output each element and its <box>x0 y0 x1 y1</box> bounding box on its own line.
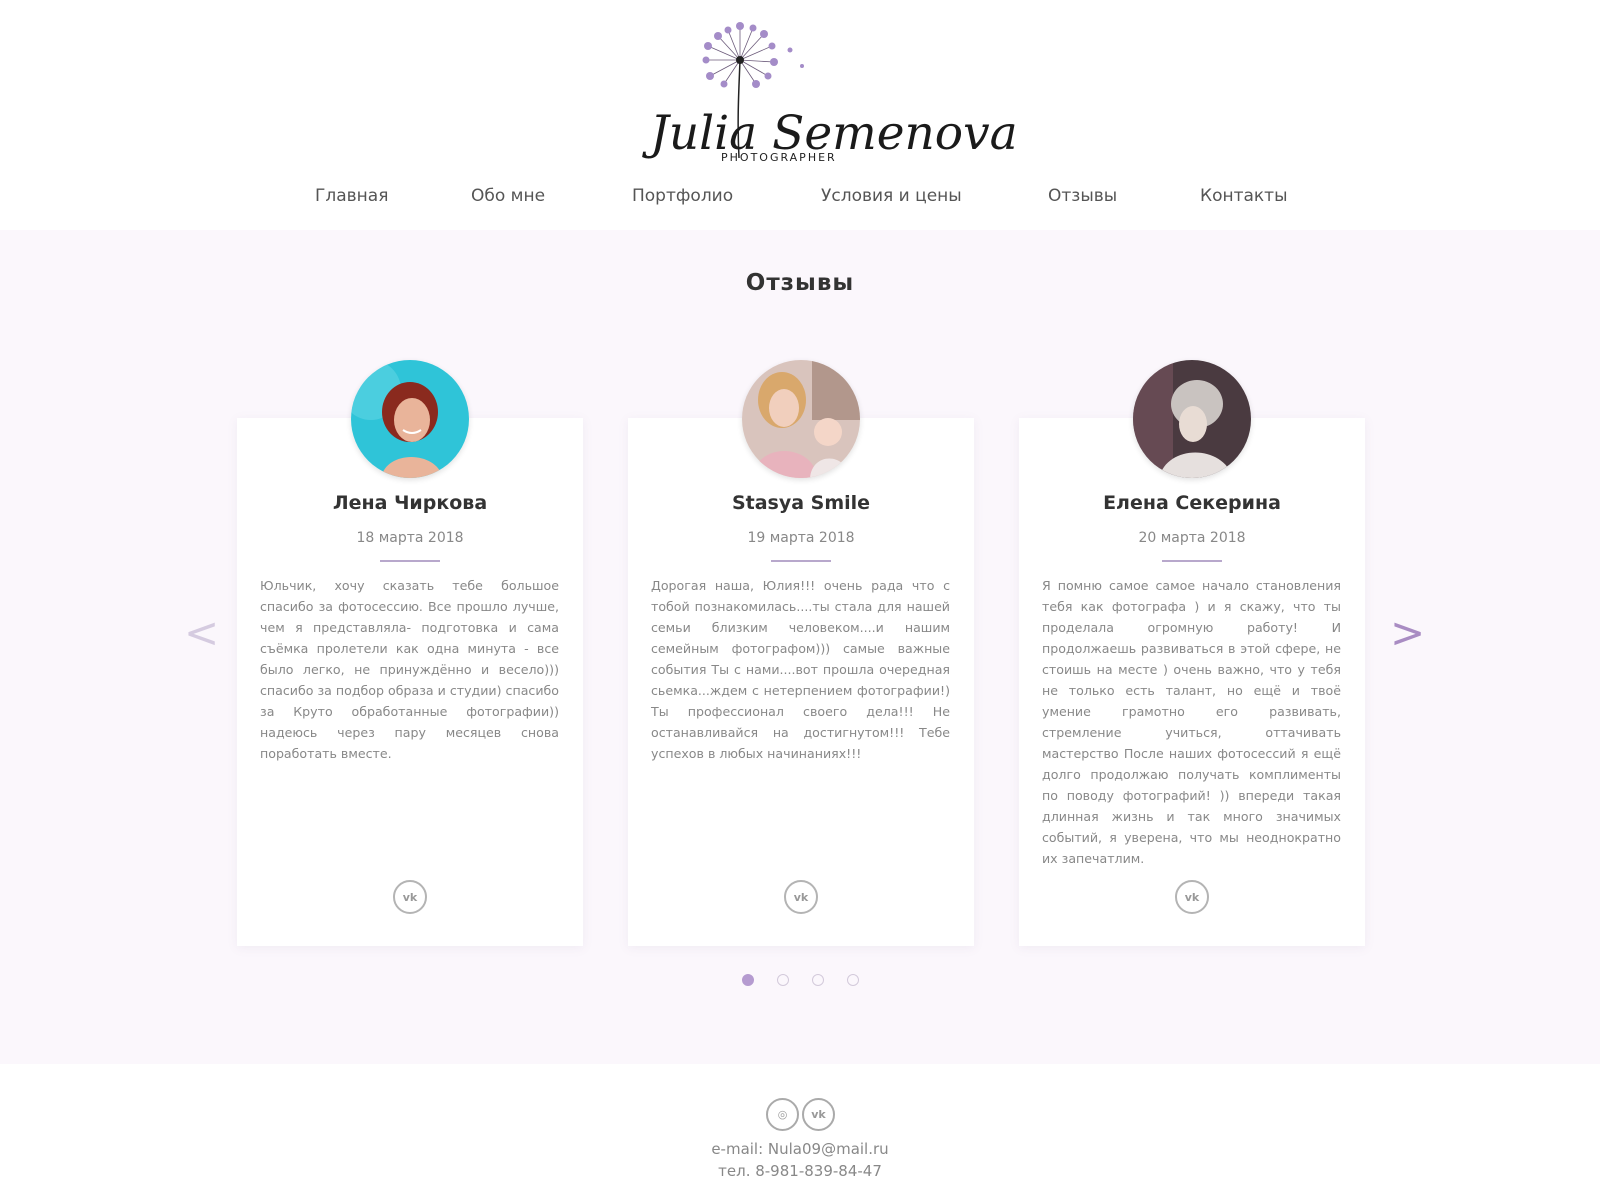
chevron-right-icon[interactable]: > <box>1390 612 1425 654</box>
logo-subtitle: PHOTOGRAPHER <box>721 151 837 164</box>
nav-item-prices[interactable]: Условия и цены <box>821 186 962 206</box>
avatar <box>1133 360 1251 478</box>
nav-item-home[interactable]: Главная <box>315 186 388 206</box>
divider <box>1162 560 1222 562</box>
review-card: Stasya Smile 19 марта 2018 Дорогая наша,… <box>628 360 974 946</box>
nav-item-contacts[interactable]: Контакты <box>1200 186 1288 206</box>
review-date: 20 марта 2018 <box>1138 530 1246 546</box>
pagination-dots <box>0 974 1600 988</box>
pagination-dot[interactable] <box>742 974 754 986</box>
section-title: Отзывы <box>745 270 855 296</box>
chevron-left-icon[interactable]: < <box>184 612 219 654</box>
site-footer: ◎ vk e-mail: Nula09@mail.ru тел. 8-981-8… <box>0 1064 1600 1182</box>
pagination-dot[interactable] <box>777 974 789 986</box>
vk-icon[interactable]: vk <box>1175 880 1209 914</box>
reviewer-name: Лена Чиркова <box>332 492 488 514</box>
avatar <box>742 360 860 478</box>
reviews-section: Отзывы < > Лена Чиркова 18 марта 2018 Юл… <box>0 230 1600 1064</box>
vk-icon[interactable]: vk <box>784 880 818 914</box>
review-text: Юльчик, хочу сказать тебе большое спасиб… <box>260 578 559 761</box>
main-nav: Главная Обо мне Портфолио Условия и цены… <box>0 186 1600 216</box>
pagination-dot[interactable] <box>812 974 824 986</box>
instagram-icon[interactable]: ◎ <box>766 1098 799 1131</box>
site-logo[interactable]: Julia Semenova PHOTOGRAPHER <box>640 18 1018 168</box>
divider <box>771 560 831 562</box>
reviewer-name: Елена Секерина <box>1103 492 1281 514</box>
footer-phone[interactable]: тел. 8-981-839-84-47 <box>0 1162 1600 1180</box>
review-text: Я помню самое самое начало становления т… <box>1042 578 1341 866</box>
review-date: 18 марта 2018 <box>356 530 464 546</box>
nav-item-reviews[interactable]: Отзывы <box>1048 186 1117 206</box>
vk-icon[interactable]: vk <box>802 1098 835 1131</box>
avatar <box>351 360 469 478</box>
footer-email[interactable]: e-mail: Nula09@mail.ru <box>0 1140 1600 1158</box>
review-card: Елена Секерина 20 марта 2018 Я помню сам… <box>1019 360 1365 946</box>
divider <box>380 560 440 562</box>
review-text: Дорогая наша, Юлия!!! очень рада что с т… <box>651 578 950 761</box>
social-links: ◎ vk <box>764 1098 836 1132</box>
reviewer-name: Stasya Smile <box>731 492 871 514</box>
review-date: 19 марта 2018 <box>747 530 855 546</box>
nav-item-about[interactable]: Обо мне <box>471 186 545 206</box>
review-card: Лена Чиркова 18 марта 2018 Юльчик, хочу … <box>237 360 583 946</box>
site-header: Julia Semenova PHOTOGRAPHER Главная Обо … <box>0 0 1600 230</box>
vk-icon[interactable]: vk <box>393 880 427 914</box>
nav-item-portfolio[interactable]: Портфолио <box>632 186 733 206</box>
pagination-dot[interactable] <box>847 974 859 986</box>
